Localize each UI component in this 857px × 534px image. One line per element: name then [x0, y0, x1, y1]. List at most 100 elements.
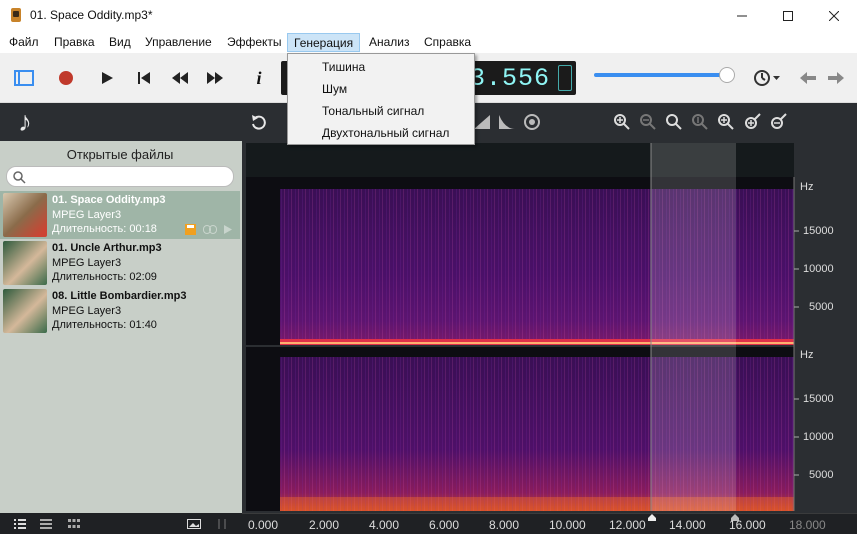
file-duration: Длительность: 00:18 [52, 223, 157, 235]
zoom-in-icon [614, 114, 630, 130]
freq-tick-label: 15000 [803, 225, 834, 237]
menu-help[interactable]: Справка [418, 33, 477, 52]
time-tick-label: 8.000 [489, 518, 520, 532]
time-tick-label: 2.000 [309, 518, 340, 532]
open-files-panel: Открытые файлы 01. Space Oddity.mp3 MPEG… [0, 141, 242, 513]
close-button[interactable] [811, 0, 857, 31]
volume-slider-thumb[interactable] [719, 67, 735, 83]
record-icon [59, 71, 73, 85]
open-files-title: Открытые файлы [66, 147, 174, 162]
title-bar: 01. Space Oddity.mp3* [0, 0, 857, 31]
normalize-icon [524, 114, 540, 130]
maximize-icon [783, 10, 793, 21]
time-tick-label: 16.000 [729, 518, 766, 532]
time-tick-label: 10.000 [549, 518, 586, 532]
freq-tick-label: 10000 [803, 263, 834, 275]
link-icon[interactable] [203, 225, 217, 234]
freq-tick-label: 10000 [803, 431, 834, 443]
freq-tick-label: 5000 [809, 469, 834, 481]
zoom-in-icon [718, 114, 734, 130]
time-tick-label: 12.000 [609, 518, 646, 532]
file-name: 01. Uncle Arthur.mp3 [52, 242, 162, 254]
menu-analysis[interactable]: Анализ [363, 33, 416, 52]
history-button[interactable] [752, 66, 782, 90]
time-tick-label: 4.000 [369, 518, 400, 532]
maximize-button[interactable] [765, 0, 811, 31]
forward-button[interactable] [824, 66, 848, 90]
file-item[interactable]: 08. Little Bombardier.mp3 MPEG Layer3 Дл… [0, 287, 240, 335]
time-tick-label: 6.000 [429, 518, 460, 532]
skip-start-button[interactable] [132, 66, 156, 90]
fade-in-icon [474, 115, 490, 129]
file-format: MPEG Layer3 [52, 305, 122, 317]
file-item[interactable]: 01. Space Oddity.mp3 MPEG Layer3 Длитель… [0, 191, 240, 239]
search-input[interactable] [6, 166, 234, 187]
record-button[interactable] [54, 66, 78, 90]
file-duration: Длительность: 01:40 [52, 319, 157, 331]
counter-value: 3.556 [469, 64, 550, 93]
history-icon [754, 70, 780, 86]
file-item[interactable]: 01. Uncle Arthur.mp3 MPEG Layer3 Длитель… [0, 239, 240, 287]
zoom-in-horizontal-button[interactable] [716, 112, 736, 132]
file-format: MPEG Layer3 [52, 209, 122, 221]
undo-button[interactable] [249, 112, 269, 132]
file-name: 08. Little Bombardier.mp3 [52, 290, 187, 302]
menu-item-noise[interactable]: Шум [322, 82, 347, 96]
time-tick-label: 18.000 [789, 518, 826, 532]
zoom-in-vertical-button[interactable] [742, 112, 762, 132]
menu-item-dual-tone[interactable]: Двухтональный сигнал [322, 126, 449, 140]
zoom-selection-button[interactable] [690, 112, 710, 132]
rewind-icon [172, 72, 188, 84]
minimize-icon [737, 15, 747, 16]
freq-tick-label: 5000 [809, 301, 834, 313]
menu-view[interactable]: Вид [103, 33, 137, 52]
time-tick-label: 14.000 [669, 518, 706, 532]
counter-format-toggle[interactable] [558, 65, 572, 91]
back-button[interactable] [796, 66, 820, 90]
menu-generation[interactable]: Генерация [287, 33, 361, 52]
zoom-out-button[interactable] [638, 112, 658, 132]
normalize-button[interactable] [522, 112, 542, 132]
zoom-selection-icon [692, 114, 708, 130]
minimize-button[interactable] [719, 0, 765, 31]
fast-forward-button[interactable] [203, 66, 227, 90]
menu-control[interactable]: Управление [139, 33, 218, 52]
undo-icon [252, 115, 266, 130]
music-note-icon: ♪ [18, 106, 32, 137]
view-toggle-button[interactable] [12, 66, 36, 90]
fade-out-button[interactable] [497, 112, 517, 132]
save-icon[interactable] [185, 224, 196, 235]
info-icon[interactable]: i [247, 66, 271, 90]
fade-in-button[interactable] [472, 112, 492, 132]
search-icon [13, 171, 26, 184]
freq-unit-label: Hz [800, 181, 814, 193]
forward-arrow-icon [828, 72, 844, 84]
album-cover [3, 289, 47, 333]
freq-tick-label: 15000 [803, 393, 834, 405]
menu-file[interactable]: Файл [3, 33, 45, 52]
menu-effects[interactable]: Эффекты [221, 33, 288, 52]
zoom-vertical-in-icon [745, 113, 761, 129]
window-title: 01. Space Oddity.mp3* [30, 8, 153, 22]
menu-item-tone[interactable]: Тональный сигнал [322, 104, 424, 118]
play-small-icon[interactable] [224, 225, 232, 234]
menu-item-silence[interactable]: Тишина [322, 60, 365, 74]
back-arrow-icon [800, 72, 816, 84]
rewind-button[interactable] [168, 66, 192, 90]
generation-dropdown-menu: Тишина Шум Тональный сигнал Двухтональны… [287, 53, 475, 145]
file-name: 01. Space Oddity.mp3 [52, 194, 166, 206]
spectrogram-view[interactable] [242, 141, 857, 513]
zoom-out-vertical-button[interactable] [768, 112, 788, 132]
play-button[interactable] [95, 66, 119, 90]
zoom-in-button[interactable] [612, 112, 632, 132]
zoom-out-icon [640, 114, 656, 130]
spectrogram[interactable] [242, 141, 857, 513]
menu-edit[interactable]: Правка [48, 33, 101, 52]
play-icon [102, 72, 113, 84]
file-format: MPEG Layer3 [52, 257, 122, 269]
zoom-fit-button[interactable] [664, 112, 684, 132]
close-icon [829, 10, 839, 21]
app-icon [11, 8, 21, 22]
menu-bar: Файл Правка Вид Управление Эффекты Генер… [0, 31, 857, 53]
volume-track[interactable] [594, 73, 728, 77]
